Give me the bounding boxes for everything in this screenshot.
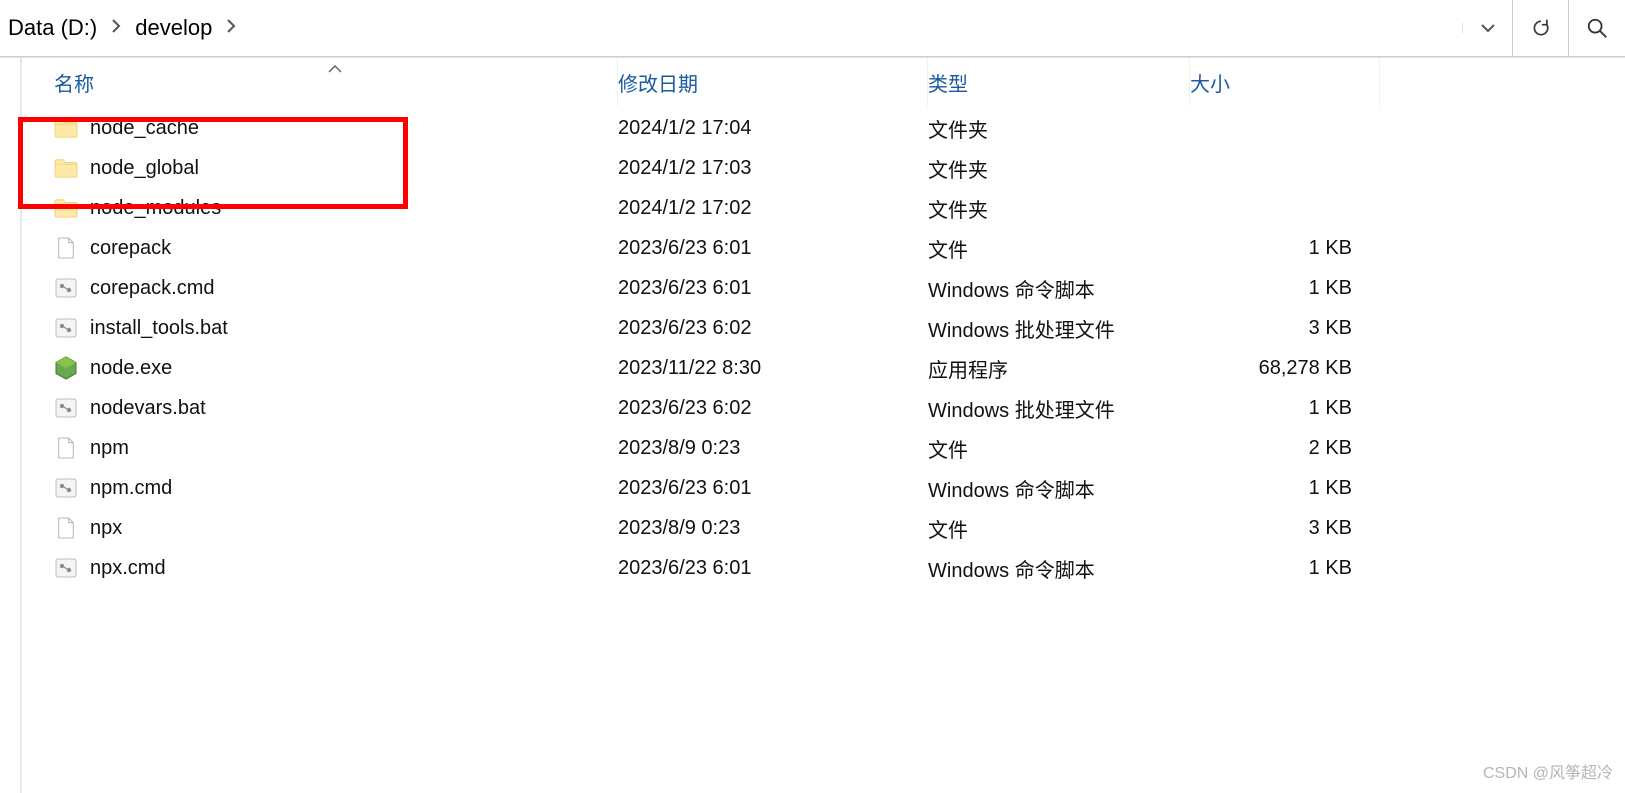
file-icon [54, 236, 78, 260]
file-size: 1 KB [1190, 277, 1366, 300]
file-date: 2024/1/2 17:04 [618, 117, 928, 140]
file-icon [54, 516, 78, 540]
file-size: 1 KB [1190, 397, 1366, 420]
node-exe-icon [54, 356, 78, 380]
file-name: node_global [90, 157, 199, 180]
column-header-date[interactable]: 修改日期 [618, 58, 928, 106]
watermark-text: CSDN @风筝超冷 [1483, 759, 1613, 783]
file-name: npx.cmd [90, 557, 166, 580]
file-type: Windows 命令脚本 [928, 274, 1190, 303]
cmd-script-icon [54, 476, 78, 500]
breadcrumb-dropdown[interactable] [1462, 23, 1512, 33]
table-row[interactable]: npx 2023/8/9 0:23文件3 KB [22, 508, 1625, 548]
file-date: 2024/1/2 17:03 [618, 157, 928, 180]
breadcrumb[interactable]: Data (D:) develop [0, 0, 1513, 57]
chevron-right-icon[interactable] [218, 19, 244, 38]
folder-icon [54, 196, 78, 220]
file-name: corepack.cmd [90, 277, 215, 300]
file-date: 2023/6/23 6:01 [618, 277, 928, 300]
file-type: Windows 批处理文件 [928, 394, 1190, 423]
file-type: 文件夹 [928, 154, 1190, 183]
file-date: 2023/6/23 6:01 [618, 557, 928, 580]
table-row[interactable]: npx.cmd 2023/6/23 6:01Windows 命令脚本1 KB [22, 548, 1625, 588]
table-row[interactable]: install_tools.bat 2023/6/23 6:02Windows 批… [22, 308, 1625, 348]
file-size: 2 KB [1190, 437, 1366, 460]
table-row[interactable]: corepack.cmd 2023/6/23 6:01Windows 命令脚本1 … [22, 268, 1625, 308]
chevron-right-icon[interactable] [103, 19, 129, 38]
file-name: npm.cmd [90, 477, 172, 500]
file-type: 文件 [928, 514, 1190, 543]
file-type: Windows 命令脚本 [928, 554, 1190, 583]
file-date: 2023/6/23 6:01 [618, 237, 928, 260]
column-headers: 名称 修改日期 类型 大小 [22, 58, 1625, 106]
file-date: 2023/8/9 0:23 [618, 437, 928, 460]
table-row[interactable]: node.exe 2023/11/22 8:30应用程序68,278 KB [22, 348, 1625, 388]
table-row[interactable]: node_global 2024/1/2 17:03文件夹 [22, 148, 1625, 188]
folder-icon [54, 156, 78, 180]
file-type: Windows 命令脚本 [928, 474, 1190, 503]
folder-icon [54, 116, 78, 140]
breadcrumb-segment[interactable]: Data (D:) [2, 15, 103, 41]
file-date: 2024/1/2 17:02 [618, 197, 928, 220]
file-name: node_cache [90, 117, 199, 140]
file-type: 文件 [928, 434, 1190, 463]
file-date: 2023/11/22 8:30 [618, 357, 928, 380]
file-icon [54, 436, 78, 460]
column-header-type[interactable]: 类型 [928, 58, 1190, 106]
file-size: 3 KB [1190, 317, 1366, 340]
file-name: node_modules [90, 197, 221, 220]
table-row[interactable]: node_modules 2024/1/2 17:02文件夹 [22, 188, 1625, 228]
file-size: 1 KB [1190, 477, 1366, 500]
table-row[interactable]: npm 2023/8/9 0:23文件2 KB [22, 428, 1625, 468]
search-button[interactable] [1569, 0, 1625, 57]
file-size: 3 KB [1190, 517, 1366, 540]
file-name: corepack [90, 237, 171, 260]
file-date: 2023/6/23 6:02 [618, 317, 928, 340]
refresh-button[interactable] [1513, 0, 1569, 57]
file-name: node.exe [90, 357, 172, 380]
file-list-pane: 名称 修改日期 类型 大小 node_cache2024/1/2 17:04文件… [20, 58, 1625, 793]
file-type: 应用程序 [928, 354, 1190, 383]
file-rows: node_cache2024/1/2 17:04文件夹node_global20… [22, 106, 1625, 588]
file-date: 2023/6/23 6:02 [618, 397, 928, 420]
cmd-script-icon [54, 556, 78, 580]
file-date: 2023/6/23 6:01 [618, 477, 928, 500]
file-name: nodevars.bat [90, 397, 206, 420]
table-row[interactable]: nodevars.bat 2023/6/23 6:02Windows 批处理文件1… [22, 388, 1625, 428]
table-row[interactable]: npm.cmd 2023/6/23 6:01Windows 命令脚本1 KB [22, 468, 1625, 508]
cmd-script-icon [54, 276, 78, 300]
table-row[interactable]: node_cache 2024/1/2 17:04文件夹 [22, 108, 1625, 148]
cmd-script-icon [54, 396, 78, 420]
file-name: npm [90, 437, 129, 460]
file-size: 68,278 KB [1190, 357, 1366, 380]
file-name: npx [90, 517, 122, 540]
breadcrumb-segment[interactable]: develop [129, 15, 218, 41]
file-size: 1 KB [1190, 237, 1366, 260]
file-type: 文件夹 [928, 114, 1190, 143]
sort-indicator-icon [328, 62, 342, 76]
file-type: Windows 批处理文件 [928, 314, 1190, 343]
file-name: install_tools.bat [90, 317, 228, 340]
address-bar: Data (D:) develop [0, 0, 1625, 58]
column-header-size[interactable]: 大小 [1190, 58, 1380, 106]
cmd-script-icon [54, 316, 78, 340]
file-type: 文件夹 [928, 194, 1190, 223]
file-type: 文件 [928, 234, 1190, 263]
table-row[interactable]: corepack 2023/6/23 6:01文件1 KB [22, 228, 1625, 268]
file-date: 2023/8/9 0:23 [618, 517, 928, 540]
file-size: 1 KB [1190, 557, 1366, 580]
